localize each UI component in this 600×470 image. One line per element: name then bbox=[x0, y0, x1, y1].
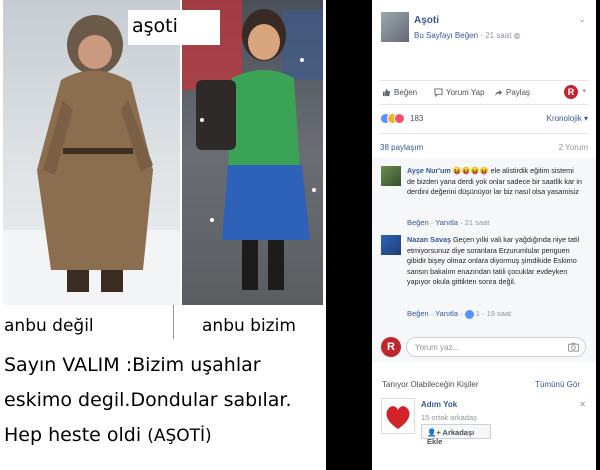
camera-icon[interactable] bbox=[568, 342, 579, 352]
comment-button[interactable]: Yorum Yap bbox=[434, 88, 485, 97]
share-count-row: 38 paylaşım 2 Yorum bbox=[380, 143, 588, 152]
caption-divider bbox=[173, 305, 174, 339]
meme-image[interactable]: aşoti anbu değil anbu bizim Sayın VALIM … bbox=[0, 0, 326, 470]
share-count[interactable]: 38 paylaşım bbox=[380, 143, 423, 152]
meme-signature: (AŞOTİ) bbox=[147, 426, 212, 446]
action-bar: Beğen Yorum Yap Paylaş R ▾ bbox=[380, 85, 588, 101]
comment-body: Nazan Savaş Geçen yılki vali kar yağdığı… bbox=[407, 235, 582, 288]
comments-list: Ayşe Nur'um 😝😝😝😝 ele alistirdik eğitim s… bbox=[372, 158, 596, 328]
comment-like-link[interactable]: Beğen bbox=[407, 309, 429, 318]
meme-text: Sayın VALIM :Bizim uşahlar eskimo degil.… bbox=[4, 348, 322, 454]
comment-like-count[interactable]: 1 bbox=[476, 309, 480, 318]
add-friend-icon: 👤+ bbox=[427, 428, 441, 437]
sort-select[interactable]: Kronolojik ▾ bbox=[547, 114, 588, 123]
divider bbox=[380, 80, 588, 81]
share-icon bbox=[494, 89, 503, 97]
thumbs-up-icon bbox=[382, 88, 391, 97]
commenter-avatar[interactable] bbox=[381, 166, 401, 186]
meme-title: aşoti bbox=[128, 10, 220, 45]
like-label: Beğen bbox=[394, 88, 418, 97]
close-icon[interactable]: ✕ bbox=[579, 400, 586, 409]
comment-placeholder: Yorum yaz... bbox=[415, 343, 460, 352]
chevron-down-icon[interactable]: ⌄ bbox=[578, 14, 586, 25]
suggested-friend-name[interactable]: Adım Yok bbox=[421, 400, 457, 409]
comment-icon bbox=[434, 88, 443, 97]
comment-count[interactable]: 2 Yorum bbox=[559, 143, 588, 152]
comment-time[interactable]: 19 saat bbox=[487, 309, 512, 318]
meme-line: Sayın VALIM :Bizim uşahlar bbox=[4, 354, 261, 376]
mutual-friends[interactable]: 15 ortak arkadaş bbox=[421, 413, 477, 422]
comment-reply-link[interactable]: Yanıtla bbox=[435, 309, 458, 318]
comment-body: Ayşe Nur'um 😝😝😝😝 ele alistirdik eğitim s… bbox=[407, 166, 582, 198]
love-reaction-icon[interactable] bbox=[394, 113, 405, 124]
commenter-avatar[interactable] bbox=[381, 235, 401, 255]
comment-like-link[interactable]: Beğen bbox=[407, 218, 429, 227]
page-name[interactable]: Aşoti bbox=[414, 15, 439, 26]
divider bbox=[380, 104, 588, 105]
post-time[interactable]: 21 saat bbox=[485, 31, 511, 40]
like-page-link[interactable]: Bu Sayfayı Beğen bbox=[414, 31, 478, 40]
page-avatar[interactable] bbox=[381, 12, 409, 42]
brand-logo-icon[interactable]: R bbox=[564, 85, 578, 99]
reaction-count[interactable]: 183 bbox=[410, 114, 423, 123]
post-subline: Bu Sayfayı Beğen · 21 saat ◍ bbox=[414, 31, 521, 40]
commenter-name[interactable]: Ayşe Nur'um bbox=[407, 166, 451, 175]
post-panel: Aşoti Bu Sayfayı Beğen · 21 saat ◍ ⌄ Beğ… bbox=[372, 0, 596, 470]
suggested-friend-avatar[interactable] bbox=[381, 398, 415, 434]
pymk-title: Tanıyor Olabileceğin Kişiler bbox=[382, 380, 479, 389]
comment-reply-link[interactable]: Yanıtla bbox=[435, 218, 458, 227]
divider bbox=[380, 133, 588, 134]
meme-line: Hep heste oldi (AŞOTİ) bbox=[4, 418, 322, 454]
reaction-row: 183 Kronolojik ▾ bbox=[380, 112, 588, 126]
commenter-name[interactable]: Nazan Savaş bbox=[407, 235, 451, 244]
caption-right: anbu bizim bbox=[202, 316, 296, 336]
sort-label: Kronolojik bbox=[546, 114, 582, 123]
eskimo-child-photo bbox=[3, 0, 180, 305]
share-label: Paylaş bbox=[506, 88, 531, 97]
comment-label: Yorum Yap bbox=[446, 88, 485, 97]
caption-left: anbu değil bbox=[4, 316, 94, 336]
see-all-link[interactable]: Tümünü Gör bbox=[535, 380, 580, 389]
globe-icon: ◍ bbox=[513, 31, 521, 40]
post-header: Aşoti Bu Sayfayı Beğen · 21 saat ◍ ⌄ bbox=[372, 0, 596, 56]
caret-down-icon[interactable]: ▾ bbox=[582, 87, 586, 95]
add-friend-button[interactable]: 👤+ Arkadaşı Ekle bbox=[421, 424, 491, 446]
comment-meta: Beğen · Yanıtla · 1 · 19 saat bbox=[407, 309, 512, 319]
write-comment-row: R Yorum yaz... bbox=[372, 328, 596, 362]
comment-time[interactable]: 21 saat bbox=[465, 218, 490, 227]
meme-line: eskimo degil.Dondular sabılar. bbox=[4, 389, 292, 411]
schoolgirl-photo bbox=[182, 0, 323, 305]
like-count-icon bbox=[464, 309, 474, 319]
comment-input[interactable]: Yorum yaz... bbox=[406, 337, 586, 357]
meme-line-text: Hep heste oldi bbox=[4, 424, 142, 446]
user-avatar[interactable]: R bbox=[381, 337, 401, 357]
share-button[interactable]: Paylaş bbox=[494, 88, 530, 97]
like-button[interactable]: Beğen bbox=[382, 88, 417, 97]
emoji-row: 😝😝😝😝 bbox=[452, 166, 489, 175]
comment-meta: Beğen · Yanıtla · 21 saat bbox=[407, 218, 490, 227]
